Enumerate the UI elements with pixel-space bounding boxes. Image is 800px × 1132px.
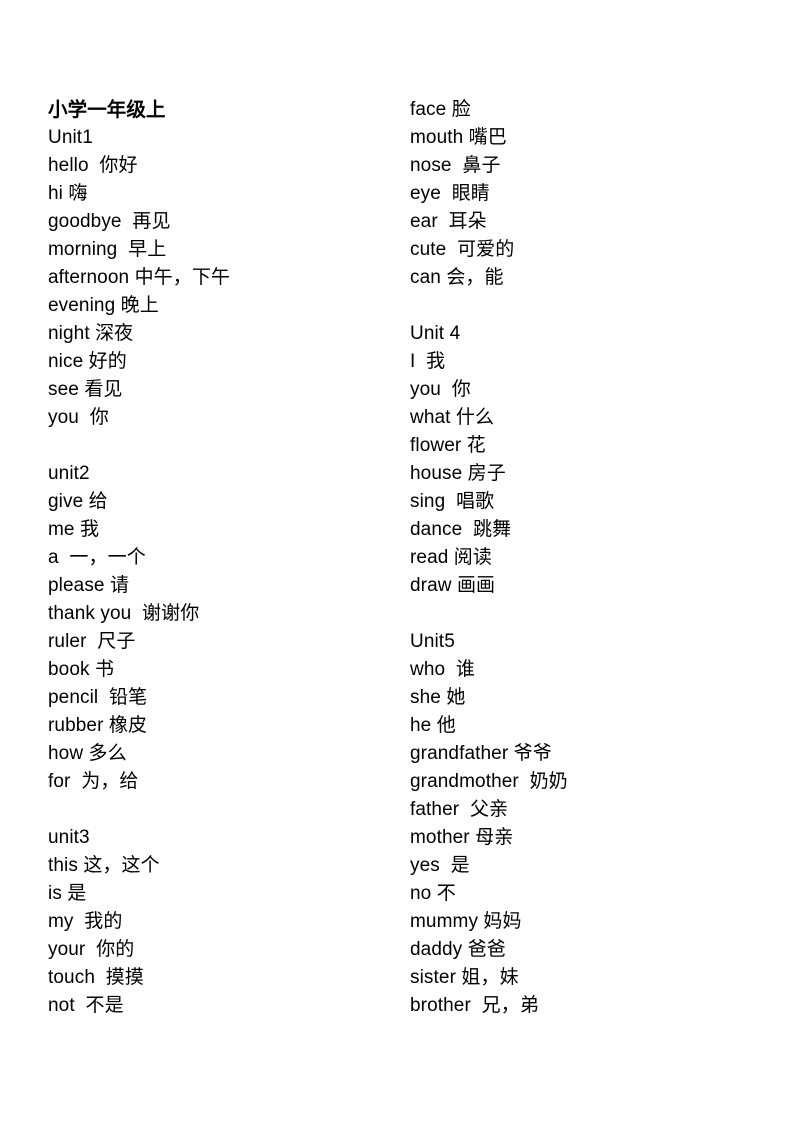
vocab-entry: what 什么	[410, 407, 495, 428]
vocab-entry: cute 可爱的	[410, 239, 515, 260]
vocab-entry: flower 花	[410, 435, 486, 456]
vocab-entry: book 书	[48, 659, 115, 680]
vocab-entry: sing 唱歌	[410, 491, 495, 512]
unit-heading: Unit1	[48, 127, 93, 148]
vocab-entry: daddy 爸爸	[410, 939, 506, 960]
vocab-entry: grandmother 奶奶	[410, 771, 568, 792]
vocab-entry: can 会，能	[410, 267, 504, 288]
vocab-entry: this 这，这个	[48, 855, 160, 876]
vocab-entry: read 阅读	[410, 547, 493, 568]
vocab-entry: who 谁	[410, 659, 476, 680]
document-page: 小学一年级上 Unit1 hello 你好 hi 嗨 goodbye 再见 morning…	[0, 0, 800, 1132]
vocab-entry: my 我的	[48, 911, 123, 932]
vocab-entry: brother 兄，弟	[410, 995, 539, 1016]
page-title: 小学一年级上	[48, 99, 166, 121]
line-spacer	[410, 600, 750, 628]
vocab-entry: he 他	[410, 715, 456, 736]
unit-heading: unit3	[48, 827, 90, 848]
vocab-entry: night 深夜	[48, 323, 134, 344]
left-column: 小学一年级上 Unit1 hello 你好 hi 嗨 goodbye 再见 morning…	[48, 96, 388, 1020]
line-spacer	[410, 292, 750, 320]
vocab-entry: face 脸	[410, 99, 471, 120]
vocab-entry: dance 跳舞	[410, 519, 512, 540]
vocab-entry: thank you 谢谢你	[48, 603, 200, 624]
vocab-entry: nice 好的	[48, 351, 127, 372]
vocab-entry: hello 你好	[48, 155, 138, 176]
line-spacer	[48, 796, 388, 824]
vocab-entry: no 不	[410, 883, 456, 904]
vocab-entry: mother 母亲	[410, 827, 514, 848]
vocab-entry: afternoon 中午，下午	[48, 267, 231, 288]
vocab-entry: morning 早上	[48, 239, 167, 260]
vocab-entry: evening 晚上	[48, 295, 159, 316]
vocab-entry: mummy 妈妈	[410, 911, 522, 932]
right-column: face 脸 mouth 嘴巴 nose 鼻子 eye 眼睛 ear 耳朵 cute 可爱…	[410, 96, 750, 1020]
vocab-entry: touch 摸摸	[48, 967, 144, 988]
vocab-entry: rubber 橡皮	[48, 715, 148, 736]
vocab-entry: house 房子	[410, 463, 506, 484]
vocab-entry: hi 嗨	[48, 183, 88, 204]
vocab-entry: ruler 尺子	[48, 631, 136, 652]
vocab-entry: not 不是	[48, 995, 124, 1016]
vocab-entry: sister 姐，妹	[410, 967, 519, 988]
vocab-entry: me 我	[48, 519, 100, 540]
unit-heading: Unit5	[410, 631, 455, 652]
vocab-entry: eye 眼睛	[410, 183, 490, 204]
vocab-entry: nose 鼻子	[410, 155, 501, 176]
vocab-entry: she 她	[410, 687, 466, 708]
vocab-entry: you 你	[410, 379, 471, 400]
vocab-entry: mouth 嘴巴	[410, 127, 507, 148]
vocab-entry: grandfather 爷爷	[410, 743, 552, 764]
line-spacer	[48, 432, 388, 460]
unit-heading: Unit 4	[410, 323, 461, 344]
vocab-entry: is 是	[48, 883, 87, 904]
vocab-entry: give 给	[48, 491, 108, 512]
vocab-entry: see 看见	[48, 379, 123, 400]
vocab-entry: father 父亲	[410, 799, 509, 820]
vocab-entry: please 请	[48, 575, 130, 596]
vocab-entry: draw 画画	[410, 575, 496, 596]
vocab-entry: how 多么	[48, 743, 127, 764]
vocab-entry: a 一，一个	[48, 547, 146, 568]
vocab-entry: ear 耳朵	[410, 211, 487, 232]
vocab-entry: you 你	[48, 407, 109, 428]
vocab-entry: your 你的	[48, 939, 135, 960]
vocab-entry: for 为，给	[48, 771, 139, 792]
vocab-entry: yes 是	[410, 855, 470, 876]
vocab-entry: pencil 铅笔	[48, 687, 148, 708]
vocab-entry: goodbye 再见	[48, 211, 171, 232]
vocab-entry: I 我	[410, 351, 446, 372]
unit-heading: unit2	[48, 463, 90, 484]
